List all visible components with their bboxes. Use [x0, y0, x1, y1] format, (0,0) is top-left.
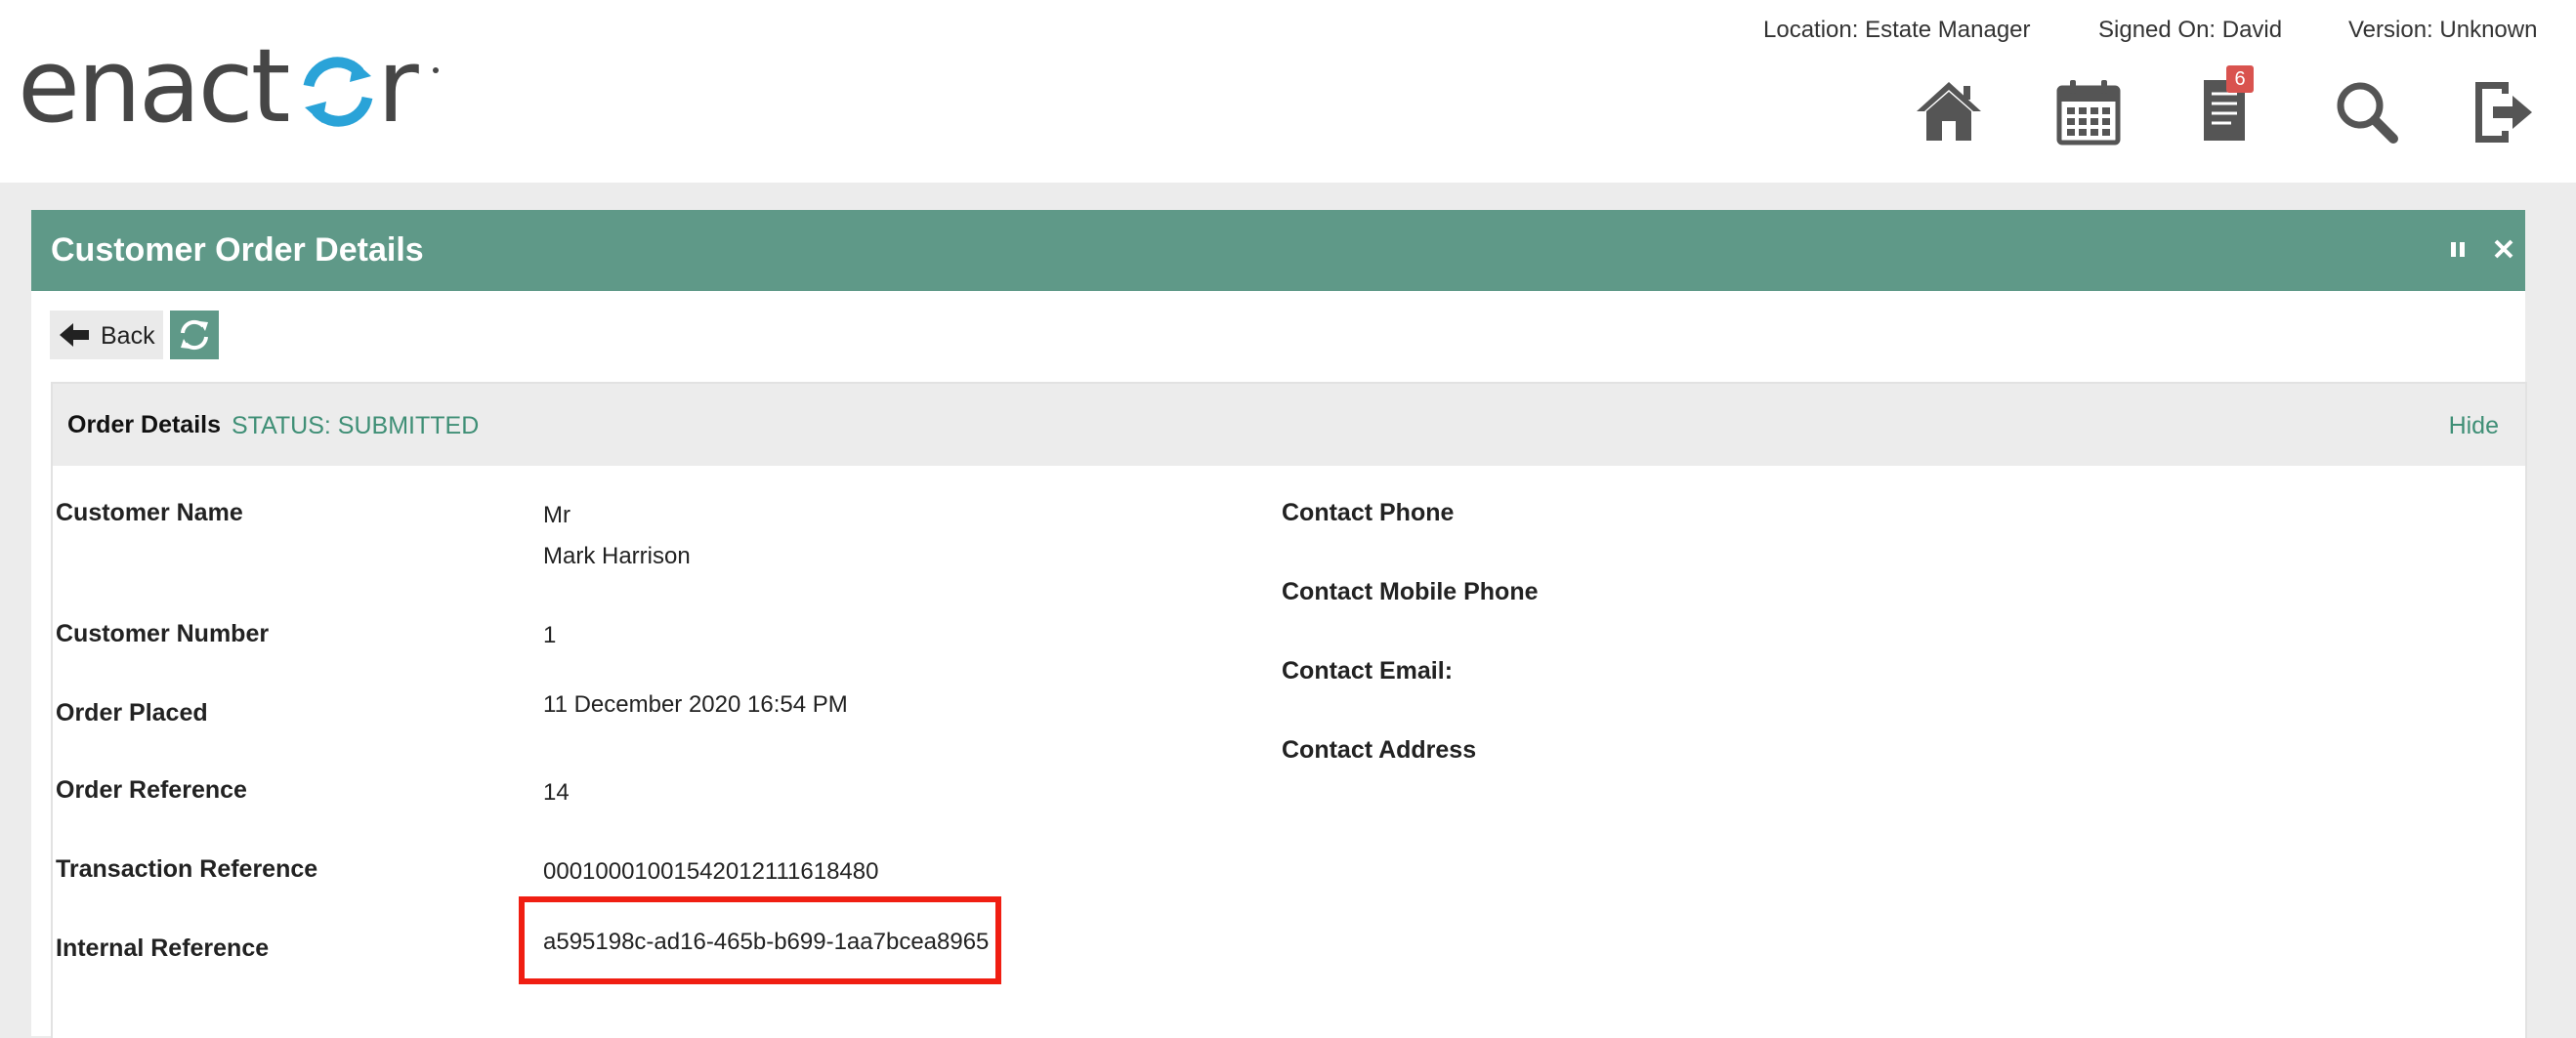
contact-phone-label: Contact Phone: [1282, 499, 1455, 526]
signed-on-info: Signed On: David: [2098, 17, 2283, 43]
contact-mobile-label: Contact Mobile Phone: [1282, 578, 1539, 605]
transaction-reference-label: Transaction Reference: [56, 855, 318, 883]
enactor-logo-mark: enact r: [18, 41, 439, 139]
contact-email-label: Contact Email:: [1282, 657, 1454, 685]
svg-text:enact: enact: [18, 41, 289, 139]
close-icon[interactable]: [2488, 233, 2519, 265]
customer-number-value: 1: [543, 622, 557, 648]
customer-title-value: Mr: [543, 502, 570, 528]
customer-number-label: Customer Number: [56, 620, 270, 647]
order-placed-value: 11 December 2020 16:54 PM: [543, 691, 848, 718]
order-details-section: Order Details STATUS: SUBMITTED Hide: [51, 382, 2527, 1038]
logout-icon[interactable]: [2470, 78, 2538, 146]
order-placed-label: Order Placed: [56, 699, 208, 727]
order-details-header: Order Details STATUS: SUBMITTED Hide: [53, 384, 2525, 466]
version-info: Version: Unknown: [2348, 17, 2538, 43]
back-button[interactable]: Back: [50, 311, 163, 359]
hide-link[interactable]: Hide: [2449, 412, 2499, 440]
home-icon[interactable]: [1915, 78, 1983, 146]
calendar-icon[interactable]: [2055, 78, 2124, 146]
order-reference-label: Order Reference: [56, 776, 247, 804]
back-button-label: Back: [101, 322, 155, 350]
customer-name-label: Customer Name: [56, 499, 243, 526]
location-info: Location: Estate Manager: [1763, 17, 2031, 43]
refresh-icon: [181, 319, 208, 351]
notification-badge: 6: [2226, 65, 2254, 93]
highlight-box: [519, 896, 1001, 984]
contact-address-label: Contact Address: [1282, 736, 1477, 764]
pause-icon[interactable]: [2442, 233, 2473, 265]
internal-reference-label: Internal Reference: [56, 934, 270, 962]
order-reference-value: 14: [543, 779, 570, 806]
panel-title: Customer Order Details: [51, 231, 424, 269]
panel-header: Customer Order Details: [31, 210, 2525, 291]
status-badge: STATUS: SUBMITTED: [232, 412, 480, 439]
svg-text:r: r: [377, 41, 419, 139]
order-details-title: Order Details: [67, 411, 222, 438]
transaction-reference-value: 00010001001542012111618480: [543, 858, 879, 885]
search-icon[interactable]: [2333, 78, 2401, 146]
customer-order-panel: Customer Order Details Back Order Detail…: [31, 210, 2527, 1038]
refresh-button[interactable]: [170, 311, 219, 359]
customer-name-value: Mark Harrison: [543, 543, 691, 569]
arrow-left-icon: [60, 323, 89, 347]
top-bar: enact r Location: Estate Manager Signed …: [0, 0, 2576, 183]
